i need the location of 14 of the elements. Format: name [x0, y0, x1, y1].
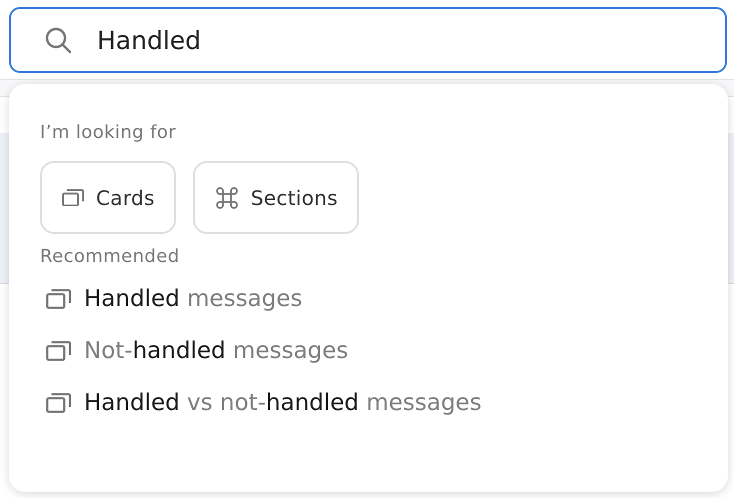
result-item[interactable]: Handled vs not-handled messages: [84, 385, 482, 421]
result-item[interactable]: Handled messages: [84, 281, 302, 317]
command-icon: [214, 186, 239, 210]
search-field[interactable]: Handled: [9, 7, 727, 73]
filter-chip[interactable]: Sections: [192, 161, 359, 234]
search-icon: [43, 25, 73, 55]
section-label: Recommended: [40, 246, 181, 267]
result-item[interactable]: Not-handled messages: [84, 333, 348, 369]
cards-icon: [46, 289, 71, 309]
cards-icon: [46, 393, 71, 413]
filter-chip[interactable]: Cards: [40, 161, 176, 234]
cards-icon: [62, 188, 84, 206]
section-label: I’m looking for: [40, 122, 178, 143]
cards-icon: [46, 341, 71, 361]
